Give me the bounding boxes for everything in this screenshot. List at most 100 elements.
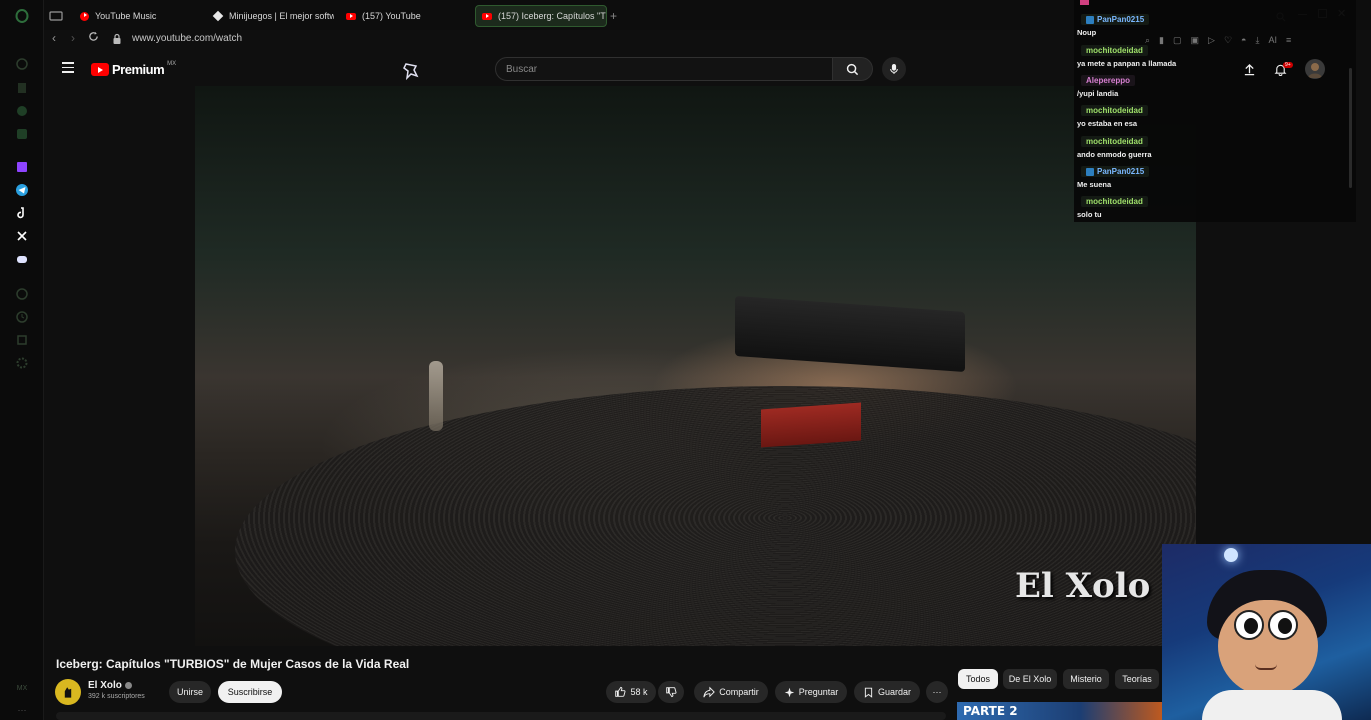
thumbs-up-icon <box>615 686 626 697</box>
chat-username: PanPan0215 <box>1081 166 1150 177</box>
streamer-avatar-cam <box>1162 544 1371 720</box>
pin-icon[interactable]: ▮ <box>1159 35 1164 46</box>
chat-text: ya mete a panpan a llamada <box>1077 59 1177 68</box>
messenger-icon[interactable] <box>14 126 30 142</box>
chat-text: /yupi landia <box>1077 89 1119 98</box>
channel-name[interactable]: El Xolo <box>88 680 132 691</box>
search-button[interactable] <box>833 57 873 81</box>
x-twitter-icon[interactable] <box>14 228 30 244</box>
search-input[interactable]: Buscar <box>495 57 833 81</box>
download-icon[interactable]: ⤓ <box>1255 35 1259 46</box>
zoom-icon[interactable]: ⌕ <box>1145 35 1150 46</box>
reload-icon[interactable] <box>88 31 99 45</box>
heart-icon[interactable]: ♡ <box>1224 35 1232 46</box>
ask-button[interactable]: Preguntar <box>775 681 847 703</box>
ask-label: Preguntar <box>798 687 839 697</box>
subscribe-button[interactable]: Suscribirse <box>218 681 282 703</box>
more-actions-button[interactable]: ··· <box>926 681 948 703</box>
profile-icon[interactable]: ◓ <box>1241 35 1246 45</box>
share-label: Compartir <box>719 687 759 697</box>
dislike-button[interactable] <box>658 681 684 703</box>
notification-count-badge: 9+ <box>1283 62 1293 68</box>
history-icon[interactable] <box>14 309 30 325</box>
subscriber-count: 392 k suscriptores <box>88 693 145 700</box>
chat-scrollbar[interactable] <box>1349 68 1352 188</box>
tiktok-icon[interactable] <box>14 205 30 221</box>
menu-hamburger-icon[interactable] <box>62 62 74 73</box>
join-button[interactable]: Unirse <box>169 681 211 703</box>
chip-all[interactable]: Todos <box>958 669 998 689</box>
url-field[interactable]: www.youtube.com/watch <box>132 33 242 44</box>
chat-message: Alepereppo /yupi landia <box>1076 74 1351 104</box>
chat-username: Alepereppo <box>1081 75 1136 86</box>
new-tab-button[interactable]: + <box>610 9 617 23</box>
spindle <box>429 361 443 431</box>
microphone-icon <box>890 64 898 74</box>
like-button[interactable]: 58 k <box>606 681 656 703</box>
description-box[interactable] <box>56 712 946 720</box>
snapshot-icon[interactable]: ▢ <box>1173 35 1182 46</box>
thumbs-down-icon <box>666 687 677 698</box>
speed-dial-icon[interactable] <box>14 56 30 72</box>
youtube-play-icon <box>91 63 109 76</box>
chat-top-emote <box>1080 0 1089 5</box>
save-label: Guardar <box>877 687 912 697</box>
bookmark-icon <box>864 687 873 698</box>
chip-mystery[interactable]: Misterio <box>1063 669 1109 689</box>
tab-title: (157) YouTube <box>362 11 421 21</box>
ai-button[interactable]: AI <box>1268 35 1277 45</box>
extensions-icon[interactable] <box>14 332 30 348</box>
video-player[interactable]: El Xolo <box>195 86 1196 646</box>
share-button[interactable]: Compartir <box>694 681 768 703</box>
chat-message: mochitodeidad yo estaba en esa <box>1076 104 1351 134</box>
chip-channel[interactable]: De El Xolo <box>1003 669 1057 689</box>
voice-search-button[interactable] <box>882 57 906 81</box>
avatar-mouth <box>1255 664 1277 670</box>
back-icon[interactable]: ‹ <box>52 31 56 45</box>
telegram-icon[interactable] <box>14 182 30 198</box>
player-icon[interactable] <box>14 286 30 302</box>
opera-logo-icon[interactable] <box>14 8 30 24</box>
tab-title: (157) Iceberg: Capítulos "T <box>498 11 606 21</box>
account-avatar[interactable] <box>1305 59 1325 79</box>
tab-youtube[interactable]: (157) YouTube <box>340 5 470 27</box>
tab-youtube-music[interactable]: YouTube Music <box>74 5 204 27</box>
chat-text: solo tu <box>1077 210 1102 219</box>
chip-theories[interactable]: Teorías <box>1115 669 1159 689</box>
video-watermark: El Xolo <box>1015 566 1151 606</box>
whatsapp-icon[interactable] <box>14 103 30 119</box>
site-icon <box>212 10 224 22</box>
chat-text: yo estaba en esa <box>1077 119 1138 128</box>
menu-icon[interactable]: ≡ <box>1286 35 1291 45</box>
chat-username: mochitodeidad <box>1081 196 1148 207</box>
chat-username: mochitodeidad <box>1081 136 1148 147</box>
cartridge <box>761 402 861 448</box>
settings-gear-icon[interactable] <box>14 355 30 371</box>
avatar-face <box>1218 600 1318 696</box>
region-code: MX <box>167 60 177 67</box>
recommended-video-thumbnail[interactable]: PARTE 2 <box>957 702 1163 720</box>
tab-iceberg-active[interactable]: (157) Iceberg: Capítulos "T <box>475 5 607 27</box>
save-button[interactable]: Guardar <box>854 681 920 703</box>
chat-username-text: PanPan0215 <box>1097 167 1145 176</box>
tab-manager-icon[interactable] <box>48 8 64 24</box>
sidebar-more-icon[interactable]: ··· <box>14 702 30 718</box>
play-icon[interactable]: ▷ <box>1208 35 1215 46</box>
discord-icon[interactable] <box>14 251 30 267</box>
avatar-eye-left <box>1234 610 1264 640</box>
tab-minijuegos[interactable]: Minijuegos | El mejor softw <box>207 5 334 27</box>
avatar-eye-right <box>1268 610 1298 640</box>
chat-username: mochitodeidad <box>1081 45 1148 56</box>
badge-icon <box>1086 15 1094 24</box>
badge-icon <box>1086 167 1094 176</box>
youtube-premium-logo[interactable]: Premium MX <box>91 60 177 77</box>
channel-avatar[interactable] <box>55 679 81 705</box>
forward-icon[interactable]: › <box>71 31 75 45</box>
bookmarks-icon[interactable] <box>14 80 30 96</box>
wallet-icon[interactable]: ▣ <box>1191 35 1200 46</box>
chat-message: mochitodeidad solo tu <box>1076 195 1351 225</box>
upload-icon[interactable] <box>1241 61 1257 77</box>
lock-icon[interactable] <box>112 32 122 44</box>
twitch-icon[interactable] <box>14 159 30 175</box>
chat-text: Me suena <box>1077 180 1112 189</box>
